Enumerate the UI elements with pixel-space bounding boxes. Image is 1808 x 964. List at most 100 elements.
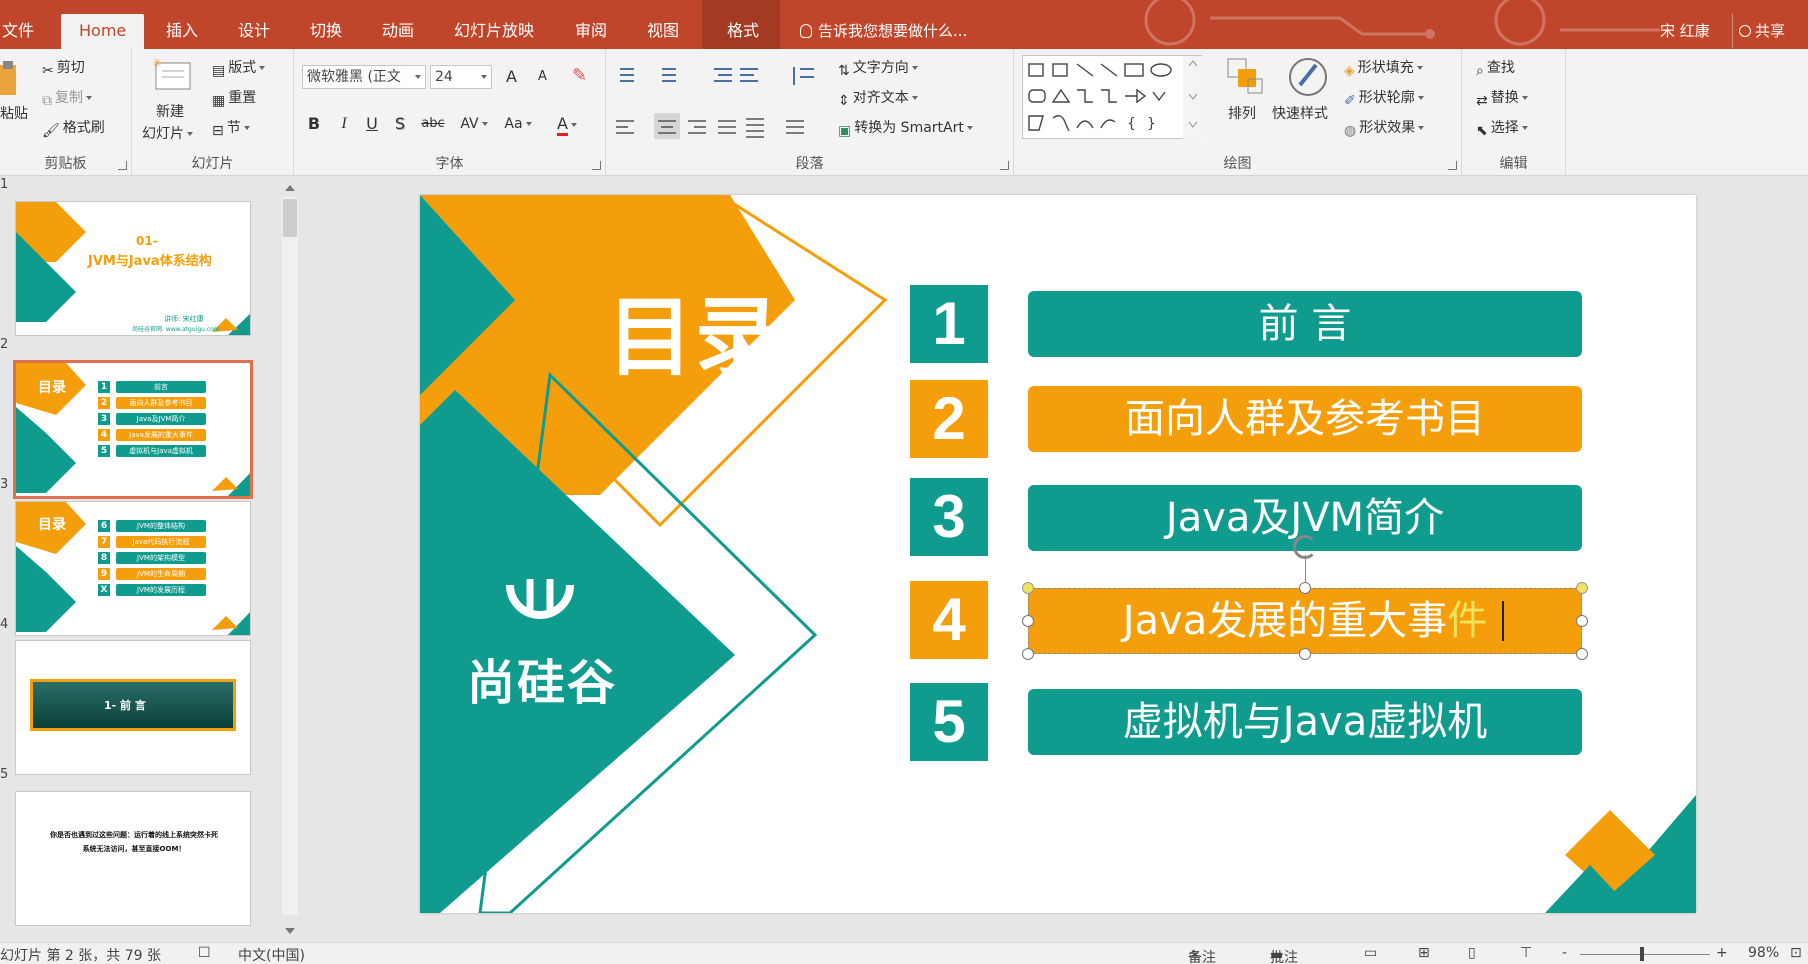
tab-transitions[interactable]: 切换 (308, 14, 344, 49)
shape-effects-button[interactable]: ◍ 形状效果 (1344, 117, 1425, 139)
shape-fill-button[interactable]: ◈ 形状填充 (1344, 57, 1423, 79)
resize-handle-top[interactable] (1299, 582, 1311, 594)
tab-insert[interactable]: 插入 (164, 14, 200, 49)
scrollbar-thumb[interactable] (283, 199, 297, 237)
thumbnail-number-2: 2 (0, 337, 9, 352)
tab-animations[interactable]: 动画 (380, 14, 416, 49)
character-spacing-button[interactable]: AV (454, 111, 494, 137)
reset-button[interactable]: ▦ 重置 (212, 87, 256, 109)
tab-file[interactable]: 文件 (0, 14, 36, 49)
slide-sorter-view-icon[interactable]: ⊞ (1418, 945, 1430, 961)
resize-handle-bottom-right[interactable] (1576, 648, 1588, 660)
group-paragraph: ⇅ 文字方向 ⇕ 对齐文本 ▣ 转换为 SmartArt 段落 (606, 49, 1014, 176)
paste-button[interactable]: 粘贴 (0, 103, 28, 123)
thumbnail-scrollbar[interactable] (279, 177, 301, 942)
change-case-button[interactable]: Aa (498, 111, 538, 137)
shrink-font-button[interactable]: A (538, 69, 547, 84)
current-slide[interactable]: 目录 尚硅谷 1 前 言 2 面向人群及参考书目 3 Java及JVM简介 4 … (420, 195, 1696, 913)
shadow-button[interactable]: S (388, 111, 412, 137)
spellcheck-icon[interactable]: ☐ (198, 945, 211, 961)
convert-smartart-button[interactable]: ▣ 转换为 SmartArt (838, 117, 973, 139)
tab-design[interactable]: 设计 (236, 14, 272, 49)
tab-home[interactable]: Home (61, 14, 145, 49)
normal-view-icon[interactable]: ▭ (1364, 945, 1377, 961)
tell-me-box[interactable]: 告诉我您想要做什么... (800, 14, 967, 49)
new-slide-icon: ✳ (152, 57, 191, 90)
font-dialog-launcher[interactable] (592, 161, 601, 170)
resize-handle-bottom-left[interactable] (1022, 648, 1034, 660)
italic-button[interactable]: I (332, 111, 356, 137)
row-bar-5[interactable]: 虚拟机与Java虚拟机 (1028, 689, 1582, 755)
resize-handle-left[interactable] (1022, 615, 1034, 627)
format-painter-button[interactable]: 🖌 格式刷 (42, 117, 105, 139)
zoom-out-button[interactable]: - (1562, 945, 1567, 961)
tab-slideshow[interactable]: 幻灯片放映 (452, 14, 536, 49)
arrange-button[interactable]: 排列 (1228, 103, 1256, 123)
new-slide-button[interactable]: 新建 (156, 101, 184, 121)
row-number-1[interactable]: 1 (910, 285, 988, 363)
zoom-in-button[interactable]: + (1716, 945, 1728, 961)
row-bar-1[interactable]: 前 言 (1028, 291, 1582, 357)
brush-icon: 🖌 (42, 123, 60, 139)
zoom-slider-knob[interactable] (1640, 947, 1644, 961)
language-status[interactable]: 中文(中国) (238, 945, 305, 964)
slide-thumbnail-1[interactable]: 01- JVM与Java体系结构 讲师: 宋红康 尚硅谷官网: www.atgu… (15, 201, 251, 336)
slide-title[interactable]: 目录 (565, 267, 825, 392)
cut-button[interactable]: ✂ 剪切 (42, 57, 85, 79)
clipboard-dialog-launcher[interactable] (118, 161, 127, 170)
slide-thumbnail-2-selected[interactable]: 目录 1 前言 2 面向人群及参考书目 3 Java及JVM简介 4 Java发展的重大事件 5… (13, 360, 253, 499)
quick-styles-button[interactable]: 快速样式 (1272, 103, 1328, 123)
row-number-3[interactable]: 3 (910, 478, 988, 556)
drawing-dialog-launcher[interactable] (1448, 161, 1457, 170)
tab-format[interactable]: 格式 (725, 14, 761, 49)
reading-view-icon[interactable]: ▯ (1468, 945, 1476, 961)
fit-slide-icon[interactable]: ⊡ (1790, 945, 1802, 961)
thumbnail-row-bar: 前言 (116, 381, 206, 393)
font-name-combo[interactable]: 微软雅黑 (正文 (302, 65, 426, 89)
user-name[interactable]: 宋 红康 (1660, 14, 1710, 48)
row-bar-2[interactable]: 面向人群及参考书目 (1028, 386, 1582, 452)
section-button[interactable]: ⊟ 节 (212, 117, 250, 139)
underline-button[interactable]: U (360, 111, 384, 137)
clear-formatting-icon[interactable]: ✎ (572, 65, 587, 86)
font-color-button[interactable]: A (550, 111, 584, 137)
copy-button[interactable]: ⧉ 复制 (42, 87, 92, 109)
new-slide-dropdown[interactable]: 幻灯片 (142, 123, 193, 143)
text-direction-button[interactable]: ⇅ 文字方向 (838, 57, 918, 79)
resize-handle-top-right[interactable] (1576, 582, 1588, 594)
resize-handle-top-left[interactable] (1022, 582, 1034, 594)
font-size-combo[interactable]: 24 (430, 65, 492, 89)
shape-outline-button[interactable]: ✐ 形状轮廓 (1344, 87, 1424, 109)
zoom-slider-track[interactable] (1580, 954, 1710, 955)
align-text-button[interactable]: ⇕ 对齐文本 (838, 87, 918, 109)
select-button[interactable]: ⬉ 选择 (1476, 117, 1528, 139)
svg-text:✳: ✳ (152, 57, 162, 70)
rotate-handle-icon[interactable] (1293, 535, 1317, 559)
resize-handle-bottom[interactable] (1299, 648, 1311, 660)
shapes-gallery-icons: { } (1028, 56, 1203, 140)
format-painter-label: 格式刷 (62, 120, 105, 136)
grow-font-button[interactable]: A (506, 67, 517, 86)
replace-button[interactable]: ⇄ 替换 (1476, 87, 1528, 109)
row-number-5[interactable]: 5 (910, 683, 988, 761)
layout-button[interactable]: ▤ 版式 (212, 57, 266, 79)
slide-thumbnail-5[interactable]: 你是否也遇到过这些问题：运行着的线上系统突然卡死 系统无法访问，甚至直接OOM！ (15, 791, 251, 926)
tab-review[interactable]: 审阅 (573, 14, 609, 49)
scroll-down-icon[interactable] (285, 928, 295, 934)
share-button[interactable]: 共享 (1732, 14, 1785, 48)
bold-button[interactable]: B (302, 111, 326, 137)
tab-view[interactable]: 视图 (645, 14, 681, 49)
row-number-4[interactable]: 4 (910, 581, 988, 659)
slide-thumbnail-4[interactable]: 1- 前 言 (15, 640, 251, 775)
row-number-2[interactable]: 2 (910, 380, 988, 458)
reset-label: 重置 (228, 90, 257, 106)
resize-handle-right[interactable] (1576, 615, 1588, 627)
zoom-level[interactable]: 98% (1748, 945, 1779, 961)
slideshow-view-icon[interactable]: ⊤ (1520, 945, 1532, 961)
scroll-up-icon[interactable] (285, 185, 295, 191)
paragraph-dialog-launcher[interactable] (1000, 161, 1009, 170)
slide-thumbnail-3[interactable]: 目录 6 JVM的整体结构 7 Java代码执行流程 8 JVM的架构模型 9 JVM的生命周… (15, 501, 251, 636)
strikethrough-button[interactable]: abc (418, 111, 448, 137)
shapes-gallery[interactable]: { } (1022, 55, 1203, 140)
find-button[interactable]: ⌕ 查找 (1476, 57, 1515, 79)
